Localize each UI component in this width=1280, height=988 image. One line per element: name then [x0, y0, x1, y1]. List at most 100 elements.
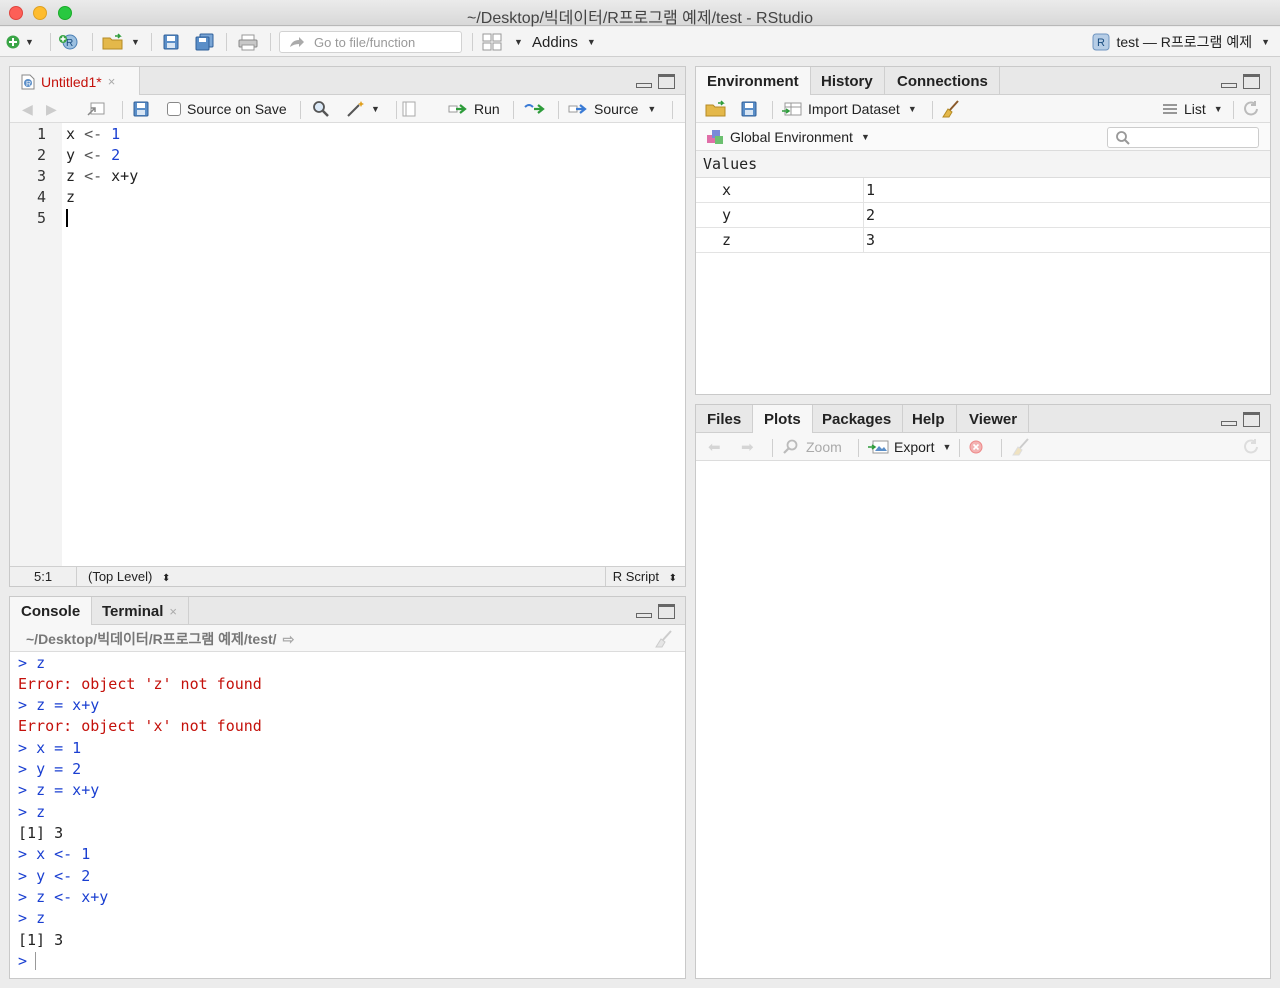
- environment-row[interactable]: x1: [696, 178, 1270, 203]
- code-line: 4 z: [10, 186, 75, 207]
- zoom-button[interactable]: Zoom: [782, 433, 842, 461]
- save-button[interactable]: [162, 27, 180, 57]
- clear-console-button[interactable]: [653, 625, 675, 653]
- list-icon: [1162, 102, 1178, 116]
- maximize-pane-icon[interactable]: [1243, 412, 1260, 427]
- tab-plots[interactable]: Plots: [753, 405, 813, 434]
- environment-search-input[interactable]: [1107, 127, 1259, 148]
- tab-help[interactable]: Help: [901, 405, 957, 433]
- variable-value: 3: [866, 231, 876, 249]
- filetype-selector[interactable]: R Script ⬍: [613, 569, 677, 584]
- code-symbol: y: [66, 145, 76, 164]
- export-icon: [868, 439, 890, 455]
- new-file-button[interactable]: ▼: [5, 27, 34, 57]
- console-input: z = x+y: [36, 780, 100, 799]
- new-project-icon: R: [58, 33, 82, 51]
- grid-icon: [482, 33, 502, 51]
- run-button[interactable]: Run: [448, 95, 500, 123]
- tab-terminal[interactable]: Terminal ×: [91, 597, 189, 625]
- go-to-file-input[interactable]: Go to file/function: [279, 31, 462, 53]
- close-tab-icon[interactable]: ×: [169, 604, 177, 619]
- r-project-icon: R: [1092, 33, 1110, 51]
- export-menu[interactable]: Export ▼: [868, 433, 951, 461]
- save-source-button[interactable]: [132, 95, 150, 123]
- minimize-pane-icon[interactable]: [636, 613, 652, 618]
- minimize-pane-icon[interactable]: [1221, 83, 1237, 88]
- chevron-down-icon: ▼: [907, 104, 917, 114]
- code-tools-button[interactable]: ▼: [345, 95, 380, 123]
- minimize-pane-icon[interactable]: [636, 83, 652, 88]
- view-mode-menu[interactable]: List ▼: [1162, 95, 1223, 123]
- source-window-buttons: [636, 74, 675, 89]
- minimize-pane-icon[interactable]: [1221, 421, 1237, 426]
- console-input: x = 1: [36, 738, 82, 757]
- import-dataset-button[interactable]: Import Dataset ▼: [782, 95, 917, 123]
- text-cursor: [35, 951, 37, 970]
- refresh-icon: [1241, 100, 1261, 118]
- close-tab-icon[interactable]: ×: [108, 74, 116, 89]
- save-workspace-button[interactable]: [740, 95, 758, 123]
- console-prompt: >: [18, 908, 28, 927]
- show-in-window-button[interactable]: [86, 95, 106, 123]
- previous-plot-icon[interactable]: ⬅: [708, 433, 721, 461]
- new-project-button[interactable]: R: [58, 27, 82, 57]
- chevron-down-icon: ▼: [586, 37, 596, 47]
- environment-row[interactable]: z3: [696, 228, 1270, 253]
- maximize-pane-icon[interactable]: [658, 74, 675, 89]
- code-symbol: z: [66, 187, 76, 206]
- compile-report-button[interactable]: [401, 95, 417, 123]
- save-all-button[interactable]: [194, 27, 216, 57]
- refresh-plots-button[interactable]: [1241, 433, 1261, 461]
- clear-plots-button[interactable]: [1010, 433, 1032, 461]
- next-plot-icon[interactable]: ➡: [741, 433, 754, 461]
- console-prompt: >: [18, 887, 28, 906]
- source-on-save-checkbox[interactable]: Source on Save: [167, 95, 287, 123]
- r-file-icon: R: [21, 74, 35, 90]
- clear-environment-button[interactable]: [940, 95, 962, 123]
- console-path[interactable]: ~/Desktop/빅데이터/R프로그램 예제/test/ ⇨: [26, 625, 294, 653]
- remove-plot-button[interactable]: [968, 433, 984, 461]
- pane-layout-button[interactable]: ▼: [482, 27, 523, 57]
- search-icon: [1115, 130, 1131, 146]
- open-file-button[interactable]: ▼: [101, 27, 140, 57]
- project-menu[interactable]: R test — R프로그램 예제 ▼: [1092, 27, 1270, 57]
- console-output-line: [1] 3: [18, 823, 64, 842]
- environment-row[interactable]: y2: [696, 203, 1270, 228]
- rerun-button[interactable]: [523, 95, 547, 123]
- tab-environment[interactable]: Environment: [696, 67, 811, 96]
- source-arrow-icon: [568, 102, 590, 116]
- svg-text:R: R: [1097, 37, 1105, 49]
- tab-console[interactable]: Console: [10, 597, 93, 626]
- environment-scope-selector[interactable]: Global Environment ▼: [706, 128, 870, 146]
- addins-menu[interactable]: Addins ▼: [532, 27, 596, 57]
- tab-viewer[interactable]: Viewer: [958, 405, 1030, 433]
- list-label: List: [1184, 101, 1206, 117]
- source-button[interactable]: Source ▼: [568, 95, 656, 123]
- load-workspace-button[interactable]: [704, 95, 730, 123]
- tab-packages[interactable]: Packages: [811, 405, 904, 433]
- maximize-pane-icon[interactable]: [658, 604, 675, 619]
- code-symbol: z: [66, 166, 76, 185]
- code-operator: <-: [84, 166, 103, 185]
- scope-selector[interactable]: (Top Level) ⬍: [88, 569, 170, 584]
- find-replace-button[interactable]: [311, 95, 331, 123]
- files-pane: Files Plots Packages Help Viewer ⬅ ➡ Zoo…: [695, 404, 1271, 979]
- back-arrow-icon[interactable]: ◀: [22, 95, 33, 123]
- environment-window-buttons: [1221, 74, 1260, 89]
- console-input: y = 2: [36, 759, 82, 778]
- updown-icon: ⬍: [668, 573, 677, 584]
- console-input-line[interactable]: >: [18, 950, 37, 971]
- tab-history[interactable]: History: [810, 67, 885, 95]
- print-button[interactable]: [237, 27, 259, 57]
- code-editor[interactable]: 1 x <- 1 2 y <- 2 3 z <- x+y 4 z 5: [10, 123, 685, 566]
- maximize-pane-icon[interactable]: [1243, 74, 1260, 89]
- console-output[interactable]: > z Error: object 'z' not found > z = x+…: [10, 652, 685, 978]
- forward-arrow-icon[interactable]: ▶: [46, 95, 57, 123]
- tab-connections-label: Connections: [897, 72, 988, 90]
- refresh-environment-button[interactable]: [1241, 95, 1261, 123]
- environment-pane: Environment History Connections Import D…: [695, 66, 1271, 395]
- tab-files[interactable]: Files: [696, 405, 754, 433]
- tab-connections[interactable]: Connections: [886, 67, 1000, 95]
- console-input: z: [36, 908, 46, 927]
- tab-untitled1[interactable]: R Untitled1* ×: [10, 67, 140, 96]
